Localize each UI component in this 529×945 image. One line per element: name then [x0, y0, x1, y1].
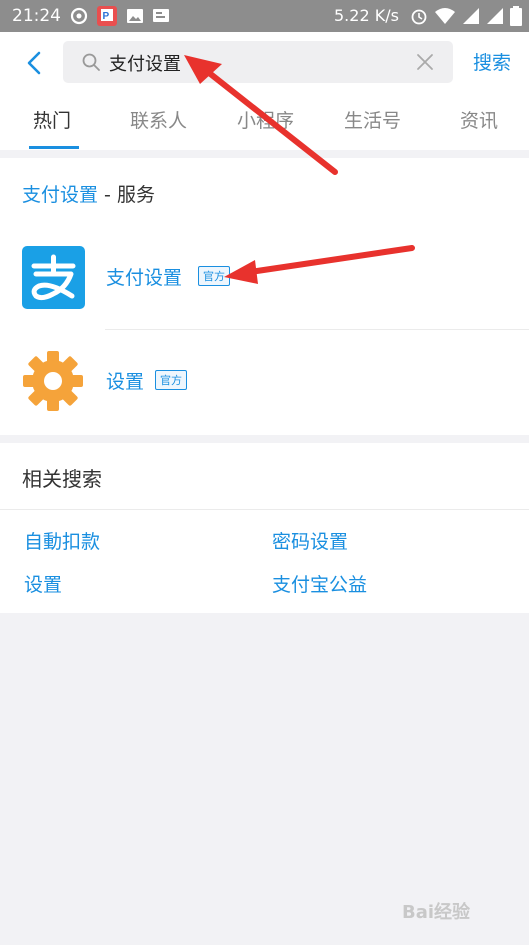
battery-icon [510, 6, 522, 31]
official-badge: 官方 [198, 266, 230, 286]
alipay-icon [22, 246, 85, 313]
watermark: Bai经验 [402, 902, 471, 923]
search-button[interactable]: 搜索 [473, 48, 511, 75]
signal-icon-2 [486, 7, 504, 30]
image-icon [126, 7, 144, 30]
search-query-text[interactable]: 支付设置 [109, 50, 181, 76]
signal-icon [462, 7, 480, 30]
clear-icon[interactable] [415, 52, 435, 76]
related-item[interactable]: 支付宝公益 [272, 570, 367, 597]
search-input[interactable]: 支付设置 [63, 41, 453, 83]
service-name[interactable]: 设置 [106, 367, 144, 394]
gear-icon [22, 350, 84, 416]
status-time: 21:24 [12, 6, 61, 26]
status-bar: 21:24 P 5.22 K/s [0, 0, 529, 32]
search-header: 支付设置 搜索 热门 联系人 小程序 生活号 资讯 [0, 32, 529, 150]
svg-text:P: P [103, 11, 110, 22]
related-searches-title: 相关搜索 [22, 467, 102, 491]
related-item[interactable]: 设置 [24, 570, 62, 597]
divider [105, 329, 529, 330]
category-tabs: 热门 联系人 小程序 生活号 资讯 [0, 102, 529, 150]
services-section: 支付设置 - 服务 支付设置 官方 设置 官方 [0, 158, 529, 435]
related-searches-section: 相关搜索 自動扣款 密码设置 设置 支付宝公益 [0, 443, 529, 613]
tab-contacts[interactable]: 联系人 [130, 106, 187, 133]
tab-hot[interactable]: 热门 [33, 106, 71, 133]
network-speed: 5.22 K/s [334, 6, 399, 25]
back-arrow-icon[interactable] [20, 48, 50, 78]
tab-news[interactable]: 资讯 [460, 106, 498, 133]
official-badge: 官方 [155, 370, 187, 390]
services-title: 支付设置 - 服务 [22, 184, 155, 206]
tab-mini-programs[interactable]: 小程序 [237, 106, 294, 133]
app-notification-icon: P [96, 5, 118, 32]
divider [0, 509, 529, 510]
related-item[interactable]: 密码设置 [272, 527, 348, 554]
tab-life-accounts[interactable]: 生活号 [344, 106, 401, 133]
search-icon [81, 52, 101, 76]
message-icon [152, 7, 170, 30]
service-name[interactable]: 支付设置 [106, 263, 182, 290]
wifi-icon [434, 7, 456, 30]
related-item[interactable]: 自動扣款 [24, 527, 100, 554]
alarm-icon [410, 7, 428, 30]
active-tab-indicator [29, 146, 79, 149]
weibo-icon [70, 7, 88, 30]
